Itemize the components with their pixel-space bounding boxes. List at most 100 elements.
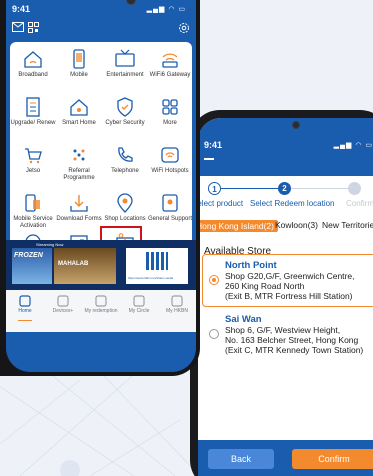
document-icon [22, 96, 44, 118]
status-icons: ▂▄▆ ◠ ▭ [333, 142, 373, 149]
radio-selected-icon[interactable] [209, 275, 219, 285]
hkbn-ad[interactable]: https://www.hkbn.net/share-media [126, 248, 188, 284]
tab-label: My Circle [128, 308, 150, 314]
grid-icon [159, 96, 181, 118]
banner-caption: Streaming Now [36, 242, 64, 247]
region-tabs: Hong Kong Island(2) Kowloon(3) New Terri… [198, 220, 373, 234]
menu-tile-label: Mobile [70, 72, 88, 78]
tab-home[interactable]: Home [6, 294, 44, 321]
shield-check-icon [114, 96, 136, 118]
step-1-label: Select product [198, 199, 244, 208]
menu-tile-label: Upgrade/ Renew [10, 120, 56, 126]
status-icons: ▂▄▆ ◠ ▭ [146, 6, 186, 13]
menu-tile-telephone[interactable]: Telephone [102, 140, 148, 194]
download-icon [68, 192, 90, 214]
menu-tile-label: Telephone [111, 168, 139, 174]
menu-tile-general-support[interactable]: General Support [147, 188, 193, 242]
store-address-line: Shop G20,G/F, Greenwich Centre, [225, 271, 355, 281]
tab-my-circle[interactable]: My Circle [120, 294, 158, 314]
poster-title: FROZEN [14, 252, 43, 259]
menu-tile-broadband[interactable]: Broadband [10, 44, 56, 98]
confirm-button[interactable]: Confirm [292, 449, 373, 469]
qr-scan-icon[interactable] [28, 22, 39, 33]
menu-tile-cyber-security[interactable]: Cyber Security [102, 92, 148, 146]
menu-tile-label: Download Forms [56, 216, 102, 222]
house-wifi-icon [22, 48, 44, 70]
logo-icon [146, 252, 168, 270]
profile-icon [170, 294, 184, 307]
camera-icon [126, 0, 136, 5]
frozen-poster[interactable]: FROZEN [12, 248, 52, 284]
menu-tile-label: Referral Programme [63, 168, 95, 181]
step-2-dot: 2 [278, 182, 291, 195]
step-3-dot: 3 [348, 182, 361, 195]
phone-store-selection: 9:41 ▂▄▆ ◠ ▭ 1 2 3 Select product Select… [190, 110, 373, 476]
devices-icon [56, 294, 70, 307]
tab-new-territories[interactable]: New Territories(4) [322, 220, 373, 230]
map-pin-icon [114, 192, 136, 214]
shopping-cart-icon [22, 144, 44, 166]
menu-tile-label: Entertainment [106, 72, 144, 78]
app-header: 9:41 ▂▄▆ ◠ ▭ [198, 118, 373, 176]
menu-tile-label: Cyber Security [105, 120, 145, 126]
menu-tile-referral-programme[interactable]: Referral Programme [56, 140, 102, 194]
progress-stepper: 1 2 3 Select product Select Redeem locat… [198, 176, 373, 220]
wifi-router-icon [159, 48, 181, 70]
menu-tile-wifi6-gateway[interactable]: WiFi6 Gateway [147, 44, 193, 98]
store-address-line: (Exit B, MTR Fortress Hill Station) [225, 291, 353, 301]
store-name: North Point [225, 260, 277, 271]
ad-url: https://www.hkbn.net/share-media [128, 276, 174, 280]
menu-tile-entertainment[interactable]: Entertainment [102, 44, 148, 98]
menu-tile-smart-home[interactable]: Smart Home [56, 92, 102, 146]
mobile-phone-icon [68, 48, 90, 70]
menu-tile-wifi-hotspots[interactable]: WiFi Hotspots [147, 140, 193, 194]
menu-tile-upgrade-renew[interactable]: Upgrade/ Renew [10, 92, 56, 146]
tab-kowloon[interactable]: Kowloon(3) [275, 220, 318, 230]
store-card-north-point[interactable]: North Point Shop G20,G/F, Greenwich Cent… [202, 254, 373, 307]
tab-my-hkbn[interactable]: My HKBN [158, 294, 196, 314]
menu-tile-label: Jetso [25, 168, 41, 174]
camera-icon [292, 121, 300, 129]
store-card-sai-wan[interactable]: Sai Wan Shop 6, G/F, Westview Height, No… [202, 308, 373, 361]
tab-hong-kong-island[interactable]: Hong Kong Island(2) [198, 220, 278, 232]
dots-icon [68, 144, 90, 166]
telephone-icon [114, 144, 136, 166]
phone-home-menu: 9:41 ▂▄▆ ◠ ▭ Broadband Mobile Entertainmen… [0, 0, 200, 376]
menu-tile-label: WiFi6 Gateway [149, 72, 191, 78]
step-3-label: Confirm [346, 199, 373, 208]
menu-tile-label: WiFi Hotspots [151, 168, 189, 174]
menu-tile-label: Broadband [18, 72, 48, 78]
menu-tile-label: More [163, 120, 177, 126]
menu-tile-jetso[interactable]: Jetso [10, 140, 56, 194]
radio-unselected-icon[interactable] [209, 329, 219, 339]
store-selection-screen: 9:41 ▂▄▆ ◠ ▭ 1 2 3 Select product Select… [198, 118, 373, 476]
tab-devices[interactable]: Devices+ [44, 294, 82, 314]
mail-icon[interactable] [12, 22, 24, 32]
menu-tile-label: Shop Locations [104, 216, 146, 222]
step-2-label: Select Redeem location [250, 199, 335, 208]
home-icon [18, 294, 32, 307]
service-menu-grid: Broadband Mobile Entertainment WiFi6 Gatewa… [10, 42, 193, 276]
back-button[interactable]: Back [208, 449, 274, 469]
menu-tile-label: General Support [147, 216, 193, 222]
step-1-dot: 1 [208, 182, 221, 195]
menu-tile-mobile[interactable]: Mobile [56, 44, 102, 98]
settings-gear-icon[interactable] [178, 22, 190, 34]
back-arrow-icon[interactable] [204, 158, 214, 160]
status-time: 9:41 [12, 4, 31, 14]
support-icon [159, 192, 181, 214]
tab-my-redemption[interactable]: My redemption [82, 294, 120, 314]
poster-title: MAHALAB [58, 261, 89, 267]
tab-label: Devices+ [52, 308, 74, 314]
sim-phone-icon [22, 192, 44, 214]
store-address-line: Shop 6, G/F, Westview Height, [225, 325, 341, 335]
tv-icon [114, 48, 136, 70]
menu-tile-more[interactable]: More [147, 92, 193, 146]
status-time: 9:41 [204, 140, 223, 150]
circle-icon [132, 294, 146, 307]
store-address-line: (Exit C, MTR Kennedy Town Station) [225, 345, 364, 355]
movie-poster[interactable]: MAHALAB [54, 248, 116, 284]
action-footer: Back Confirm [198, 440, 373, 476]
store-name: Sai Wan [225, 314, 262, 325]
home-screen: 9:41 ▂▄▆ ◠ ▭ Broadband Mobile Entertainmen… [6, 0, 196, 372]
